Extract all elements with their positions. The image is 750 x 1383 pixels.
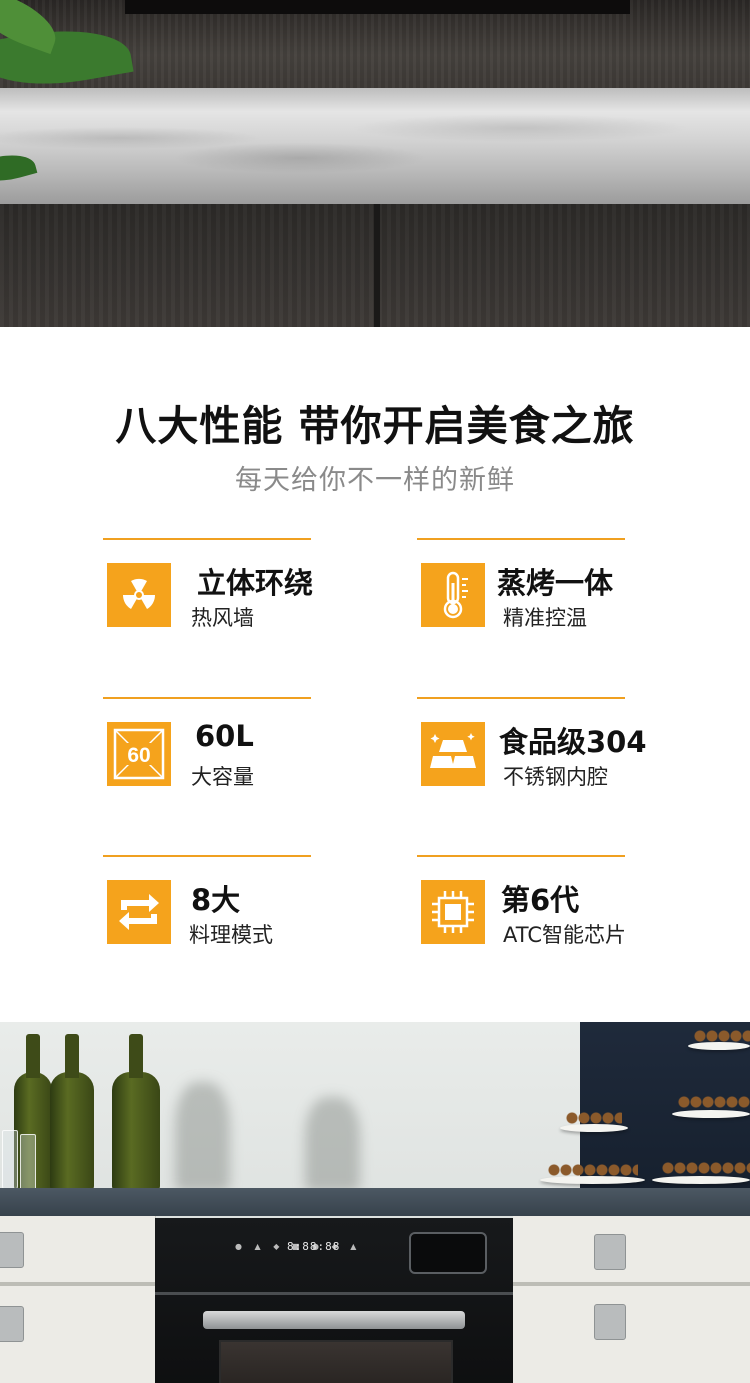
cabinet-handle [0,1306,24,1342]
lower-cabinet [0,204,750,327]
feature-title: 第6代 [501,883,580,917]
feature-item: 立体环绕 热风墙 [103,538,363,648]
walnuts [662,1162,750,1174]
gold-bars-icon [421,722,485,786]
page-subline: 每天给你不一样的新鲜 [235,465,515,496]
feature-divider [103,697,311,699]
right-cabinet [513,1216,750,1383]
feature-divider [103,538,311,540]
hero-kitchen-oven-image: ● ▲ ◆ ■ ● ◆ ▲ 8:88:88 [0,1022,750,1383]
feature-item: 第6代 ATC智能芯片 [417,855,677,965]
wine-glass [20,1134,36,1196]
feature-title: 食品级304 [499,725,647,759]
feature-desc: 热风墙 [191,606,254,630]
built-in-oven: ● ▲ ◆ ■ ● ◆ ▲ 8:88:88 [155,1218,513,1383]
feature-divider [417,697,625,699]
plate [688,1042,750,1050]
feature-divider [417,538,625,540]
feature-item: 蒸烤一体 精准控温 [417,538,677,648]
wine-glass [2,1130,18,1192]
feature-desc: 料理模式 [189,923,273,947]
oven-panel-line [155,1292,513,1295]
bottle-shadow [175,1082,230,1192]
oven-screen [409,1232,487,1274]
feature-desc: 大容量 [191,765,254,789]
oil-bottle [50,1034,94,1192]
feature-desc: 精准控温 [503,606,587,630]
walnuts [678,1096,750,1108]
feature-divider [417,855,625,857]
walnuts [694,1030,750,1042]
capacity-60-icon: 60 [107,722,171,786]
feature-item: 食品级304 不锈钢内腔 [417,697,677,807]
walnuts [548,1164,638,1176]
feature-title: 8大 [191,883,241,917]
feature-title: 蒸烤一体 [497,566,614,600]
page-headline: 八大性能 带你开启美食之旅 [115,402,635,450]
plate [540,1176,645,1184]
cabinet-handle [0,1232,24,1268]
cabinet-door-gap [374,204,380,327]
feature-title: 立体环绕 [197,566,314,600]
bottle-shadow [305,1097,360,1192]
feature-desc: ATC智能芯片 [503,923,626,947]
thermometer-icon [421,563,485,627]
feature-item: 8大 料理模式 [103,855,363,965]
plate [652,1176,750,1184]
cabinet-handle [594,1234,626,1270]
marble-countertop [0,88,750,206]
cabinet-slot [125,0,630,14]
plate [560,1124,628,1132]
oven-time-display: 8:88:88 [287,1240,341,1253]
countertop [0,1188,750,1216]
oil-bottle [112,1034,160,1192]
walnuts [566,1112,622,1124]
oven-handle [203,1311,465,1329]
feature-item: 60 60L 大容量 [103,697,363,807]
feature-divider [103,855,311,857]
plate [672,1110,750,1118]
hero-kitchen-counter-image [0,0,750,327]
cycle-arrows-icon [107,880,171,944]
cabinet-handle [594,1304,626,1340]
oven-window [219,1340,453,1383]
capacity-icon-label: 60 [127,744,150,767]
radiation-fan-icon [107,563,171,627]
chip-icon [421,880,485,944]
feature-title: 60L [195,719,254,753]
feature-desc: 不锈钢内腔 [503,765,608,789]
